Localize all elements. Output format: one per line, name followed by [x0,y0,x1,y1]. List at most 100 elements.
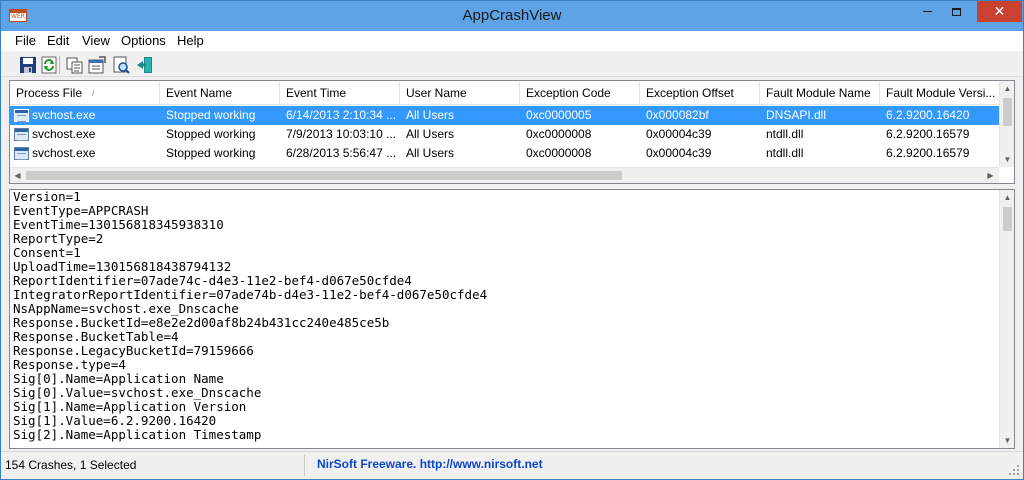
status-bar: 154 Crashes, 1 Selected NirSoft Freeware… [1,451,1023,479]
resize-grip-icon[interactable] [1008,464,1020,476]
report-field-line: Sig[1].Value=6.2.9200.16420 [13,413,217,428]
crash-report-icon [14,147,29,160]
list-header: Process File / Event Name Event Time User… [10,81,1000,105]
cell-fault-module-name: ntdll.dll [766,127,804,141]
scroll-down-icon[interactable]: ▼ [1000,433,1014,448]
minimize-button[interactable] [913,1,942,22]
list-horizontal-scrollbar[interactable]: ◀ ▶ [10,167,999,183]
scroll-thumb[interactable] [1003,98,1012,126]
cell-process-file: svchost.exe [32,108,96,122]
refresh-icon[interactable] [39,55,59,75]
crash-count-status: 154 Crashes, 1 Selected [5,455,305,476]
cell-fault-module-version: 6.2.9200.16579 [886,146,970,160]
cell-exception-code: 0xc0000008 [526,146,592,160]
scroll-left-icon[interactable]: ◀ [10,168,25,183]
report-field-line: IntegratorReportIdentifier=07ade74b-d4e3… [13,287,488,302]
cell-user-name: All Users [406,108,455,122]
save-icon[interactable] [18,55,38,75]
report-field-line: Consent=1 [13,245,81,260]
cell-user-name: All Users [406,127,455,141]
crash-report-icon [14,109,29,122]
scroll-thumb[interactable] [26,171,622,180]
crash-list[interactable]: Process File / Event Name Event Time User… [9,80,1015,184]
cell-fault-module-name: ntdll.dll [766,146,804,160]
nirsoft-link[interactable]: NirSoft Freeware. http://www.nirsoft.net [317,455,543,476]
find-icon[interactable] [111,55,131,75]
column-fault-module-version[interactable]: Fault Module Versi... [880,81,1000,105]
report-field-line: Sig[2].Name=Application Timestamp [13,427,262,442]
column-event-name[interactable]: Event Name [160,81,280,105]
table-row[interactable]: svchost.exe Stopped working 6/28/2013 5:… [10,144,1000,163]
details-vertical-scrollbar[interactable]: ▲ ▼ [999,190,1014,448]
sort-arrow-icon: / [92,88,95,98]
cell-fault-module-version: 6.2.9200.16579 [886,127,970,141]
window-title: AppCrashView [462,7,562,24]
cell-process-file: svchost.exe [32,127,96,141]
report-field-line: Sig[0].Value=svchost.exe_Dnscache [13,385,262,400]
toolbar-separator [59,56,60,74]
menu-file[interactable]: File [9,31,42,51]
menu-bar: File Edit View Options Help [1,31,1023,51]
maximize-icon [952,7,961,16]
column-label: Process File [16,86,83,100]
minimize-icon [923,11,932,13]
report-field-line: EventTime=130156818345938310 [13,217,224,232]
crash-report-icon [14,128,29,141]
scroll-thumb[interactable] [1003,207,1012,231]
table-row[interactable]: svchost.exe Stopped working 7/9/2013 10:… [10,125,1000,144]
column-event-time[interactable]: Event Time [280,81,400,105]
cell-exception-code: 0xc0000005 [526,108,592,122]
report-field-line: Response.BucketTable=4 [13,329,179,344]
column-exception-code[interactable]: Exception Code [520,81,640,105]
title-bar[interactable]: WER AppCrashView ✕ [1,1,1023,31]
report-field-line: UploadTime=130156818438794132 [13,259,232,274]
cell-user-name: All Users [406,146,455,160]
scroll-up-icon[interactable]: ▲ [1000,81,1014,96]
column-exception-offset[interactable]: Exception Offset [640,81,760,105]
menu-view[interactable]: View [76,31,116,51]
cell-fault-module-version: 6.2.9200.16420 [886,108,970,122]
copy-icon[interactable] [65,55,85,75]
maximize-button[interactable] [942,1,971,22]
scroll-up-icon[interactable]: ▲ [1000,190,1014,205]
cell-process-file: svchost.exe [32,146,96,160]
column-user-name[interactable]: User Name [400,81,520,105]
list-vertical-scrollbar[interactable]: ▲ ▼ [999,81,1014,167]
column-process-file[interactable]: Process File / [10,81,160,105]
report-field-line: Response.BucketId=e8e2e2d00af8b24b431cc2… [13,315,390,330]
cell-event-name: Stopped working [166,108,256,122]
report-field-line: Sig[1].Name=Application Version [13,399,247,414]
menu-edit[interactable]: Edit [41,31,75,51]
cell-event-name: Stopped working [166,146,256,160]
scroll-down-icon[interactable]: ▼ [1000,152,1014,167]
column-fault-module-name[interactable]: Fault Module Name [760,81,880,105]
report-details-text: Version=1 EventType=APPCRASH EventTime=130… [13,190,993,442]
cell-exception-offset: 0x000082bf [646,108,709,122]
report-details-pane[interactable]: Version=1 EventType=APPCRASH EventTime=130… [9,189,1015,449]
close-icon: ✕ [993,3,1006,19]
report-field-line: Sig[0].Name=Application Name [13,371,224,386]
cell-fault-module-name: DNSAPI.dll [766,108,827,122]
report-field-line: Version=1 [13,189,81,204]
cell-exception-offset: 0x00004c39 [646,127,712,141]
scroll-right-icon[interactable]: ▶ [983,168,998,183]
menu-help[interactable]: Help [171,31,210,51]
cell-event-name: Stopped working [166,127,256,141]
toolbar [1,52,1023,77]
report-field-line: Response.type=4 [13,357,126,372]
close-button[interactable]: ✕ [977,1,1022,22]
app-window: WER AppCrashView ✕ File Edit View Option… [0,0,1024,480]
report-field-line: ReportIdentifier=07ade74c-d4e3-11e2-bef4… [13,273,412,288]
cell-exception-code: 0xc0000008 [526,127,592,141]
exit-icon[interactable] [135,55,155,75]
cell-event-time: 6/28/2013 5:56:47 ... [286,146,397,160]
report-field-line: ReportType=2 [13,231,104,246]
cell-event-time: 6/14/2013 2:10:34 ... [286,108,397,122]
cell-event-time: 7/9/2013 10:03:10 ... [286,127,397,141]
report-field-line: NsAppName=svchost.exe_Dnscache [13,301,239,316]
report-field-line: EventType=APPCRASH [13,203,149,218]
properties-icon[interactable] [87,55,107,75]
menu-options[interactable]: Options [115,31,172,51]
table-row[interactable]: svchost.exe Stopped working 6/14/2013 2:… [10,106,1000,125]
cell-exception-offset: 0x00004c39 [646,146,712,160]
